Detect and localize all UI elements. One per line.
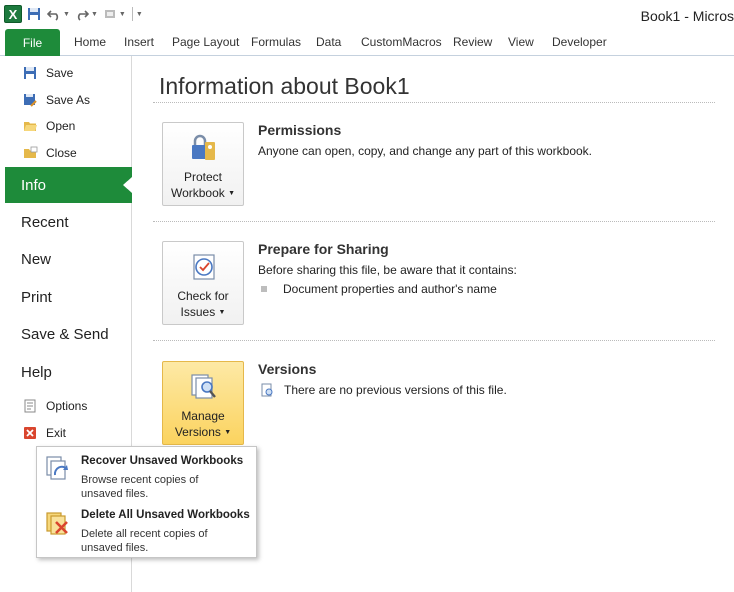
recover-title: Recover Unsaved Workbooks — [81, 455, 244, 467]
tab-review[interactable]: Review — [453, 35, 492, 49]
manage-versions-label-2: Versions — [174, 425, 221, 439]
dropdown-caret-icon: ▼ — [218, 308, 226, 316]
checklist-icon — [188, 252, 220, 282]
tab-data[interactable]: Data — [316, 35, 341, 49]
recover-desc: Browse recent copies of unsaved files. — [81, 474, 199, 500]
nav-save-as[interactable]: Save As — [5, 89, 132, 111]
manage-versions-button[interactable]: Manage Versions ▼ — [162, 361, 244, 445]
divider — [153, 221, 715, 222]
check-for-issues-label-1: Check for — [177, 289, 229, 303]
versions-text: There are no previous versions of this f… — [284, 383, 507, 397]
undo-dropdown-icon[interactable]: ▼ — [63, 11, 70, 18]
divider — [153, 102, 715, 103]
nav-new[interactable]: New — [21, 251, 51, 268]
protect-workbook-label-2: Workbook — [170, 186, 225, 200]
sharing-bullet: Document properties and author's name — [261, 282, 497, 296]
nav-print[interactable]: Print — [21, 289, 52, 306]
save-icon — [22, 65, 38, 81]
divider — [153, 340, 715, 341]
tab-insert[interactable]: Insert — [124, 35, 154, 49]
tab-view[interactable]: View — [508, 35, 534, 49]
redo-dropdown-icon[interactable]: ▼ — [91, 11, 98, 18]
customize-icon[interactable] — [102, 6, 118, 22]
nav-info[interactable]: Info — [5, 167, 132, 203]
nav-save-label: Save — [46, 66, 74, 80]
tab-developer[interactable]: Developer — [552, 35, 607, 49]
lock-key-icon — [188, 133, 220, 163]
versions-row: There are no previous versions of this f… — [260, 383, 507, 397]
title-bar: X ▼ ▼ ▼ ▼ Book1 - Micros — [0, 0, 734, 30]
recover-workbook-icon — [45, 455, 71, 483]
recover-unsaved-workbooks-item[interactable]: Recover Unsaved Workbooks Browse recent … — [37, 449, 256, 501]
tab-home[interactable]: Home — [74, 35, 106, 49]
save-icon[interactable] — [26, 6, 42, 22]
nav-options[interactable]: Options — [5, 395, 132, 417]
permissions-text: Anyone can open, copy, and change any pa… — [258, 144, 592, 158]
nav-help[interactable]: Help — [21, 364, 52, 381]
undo-icon[interactable] — [46, 6, 62, 22]
nav-exit-label: Exit — [46, 426, 67, 440]
manage-versions-label-1: Manage — [181, 409, 225, 423]
versions-title: Versions — [258, 361, 317, 377]
nav-close[interactable]: Close — [5, 142, 132, 164]
close-folder-icon — [22, 145, 38, 161]
page-title: Information about Book1 — [159, 73, 410, 99]
nav-open-label: Open — [46, 119, 76, 133]
dropdown-caret-icon: ▼ — [224, 428, 232, 436]
sharing-bullet-text: Document properties and author's name — [283, 282, 497, 296]
open-folder-icon — [22, 118, 38, 134]
manage-versions-menu: Recover Unsaved Workbooks Browse recent … — [36, 446, 257, 558]
nav-save-as-label: Save As — [46, 93, 91, 107]
sharing-title: Prepare for Sharing — [258, 241, 389, 257]
nav-exit[interactable]: Exit — [5, 422, 132, 444]
window-title: Book1 - Micros — [640, 8, 734, 24]
permissions-title: Permissions — [258, 122, 342, 138]
customize-dropdown-icon[interactable]: ▼ — [119, 11, 126, 18]
exit-icon — [22, 425, 38, 441]
sharing-text: Before sharing this file, be aware that … — [258, 263, 517, 277]
tab-custom-macros[interactable]: CustomMacros — [361, 35, 442, 49]
protect-workbook-label-1: Protect — [183, 170, 222, 184]
save-as-icon — [22, 92, 38, 108]
nav-save-send[interactable]: Save & Send — [21, 326, 109, 343]
nav-save[interactable]: Save — [5, 62, 132, 84]
delete-workbook-icon — [45, 509, 71, 537]
dropdown-caret-icon: ▼ — [228, 189, 236, 197]
bullet-icon — [261, 286, 267, 292]
tab-formulas[interactable]: Formulas — [251, 35, 301, 49]
check-for-issues-label-2: Issues — [180, 305, 216, 319]
versions-magnifier-icon — [188, 372, 220, 402]
qat-menu-icon[interactable]: ▼ — [136, 11, 143, 18]
protect-workbook-button[interactable]: Protect Workbook ▼ — [162, 122, 244, 206]
qat-separator — [131, 7, 133, 21]
delete-all-unsaved-workbooks-item[interactable]: Delete All Unsaved Workbooks Delete all … — [37, 503, 256, 555]
tab-page-layout[interactable]: Page Layout — [172, 35, 239, 49]
ribbon-tabs: File Home Insert Page Layout Formulas Da… — [0, 29, 734, 56]
quick-access-toolbar: X ▼ ▼ ▼ ▼ — [4, 5, 143, 23]
nav-close-label: Close — [46, 146, 77, 160]
options-icon — [22, 398, 38, 414]
versions-doc-icon — [260, 383, 274, 397]
delete-desc: Delete all recent copies of unsaved file… — [81, 528, 208, 554]
check-for-issues-button[interactable]: Check for Issues ▼ — [162, 241, 244, 325]
excel-logo-icon[interactable]: X — [4, 5, 22, 23]
delete-title: Delete All Unsaved Workbooks — [81, 509, 250, 521]
nav-options-label: Options — [46, 399, 88, 413]
redo-icon[interactable] — [74, 6, 90, 22]
nav-recent[interactable]: Recent — [21, 214, 69, 231]
tab-file[interactable]: File — [5, 29, 60, 56]
nav-open[interactable]: Open — [5, 115, 132, 137]
